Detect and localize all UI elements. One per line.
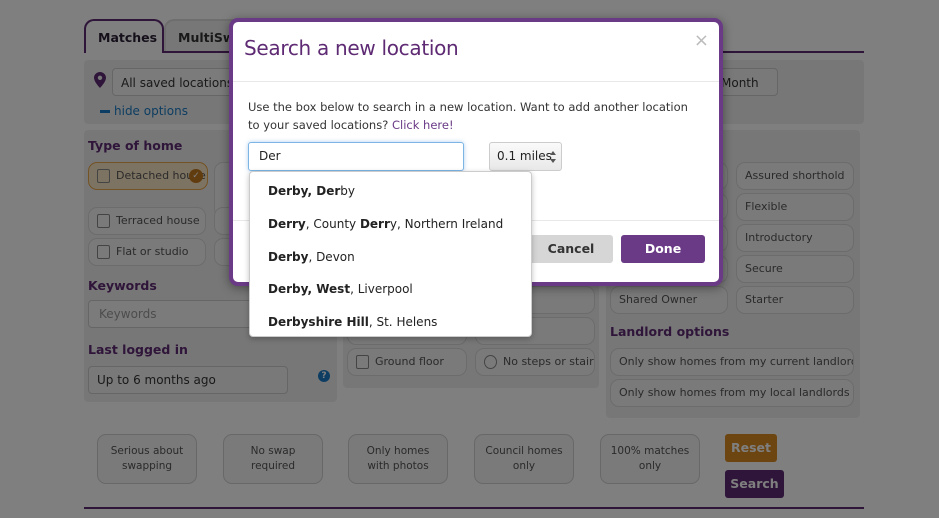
suggestion-item[interactable]: Derry, County Derry, Northern Ireland xyxy=(268,217,503,231)
suggestion-item[interactable]: Derby, Derby xyxy=(268,184,355,198)
cancel-button[interactable]: Cancel xyxy=(529,235,613,263)
close-icon[interactable]: × xyxy=(694,32,709,50)
suggestion-item[interactable]: Derby, Devon xyxy=(268,250,355,264)
modal-title: Search a new location xyxy=(244,36,459,60)
location-search-input[interactable]: Der xyxy=(248,142,464,171)
radius-select[interactable]: 0.1 miles xyxy=(489,142,562,171)
suggestions-dropdown: Derby, Derby Derry, County Derry, Northe… xyxy=(249,171,532,337)
modal-description: Use the box below to search in a new loc… xyxy=(248,100,688,132)
suggestion-item[interactable]: Derbyshire Hill, St. Helens xyxy=(268,315,437,329)
suggestion-item[interactable]: Derby, West, Liverpool xyxy=(268,282,413,296)
updown-arrows-icon xyxy=(550,151,556,163)
divider xyxy=(233,81,719,82)
click-here-link[interactable]: Click here! xyxy=(392,118,454,132)
done-button[interactable]: Done xyxy=(621,235,705,263)
